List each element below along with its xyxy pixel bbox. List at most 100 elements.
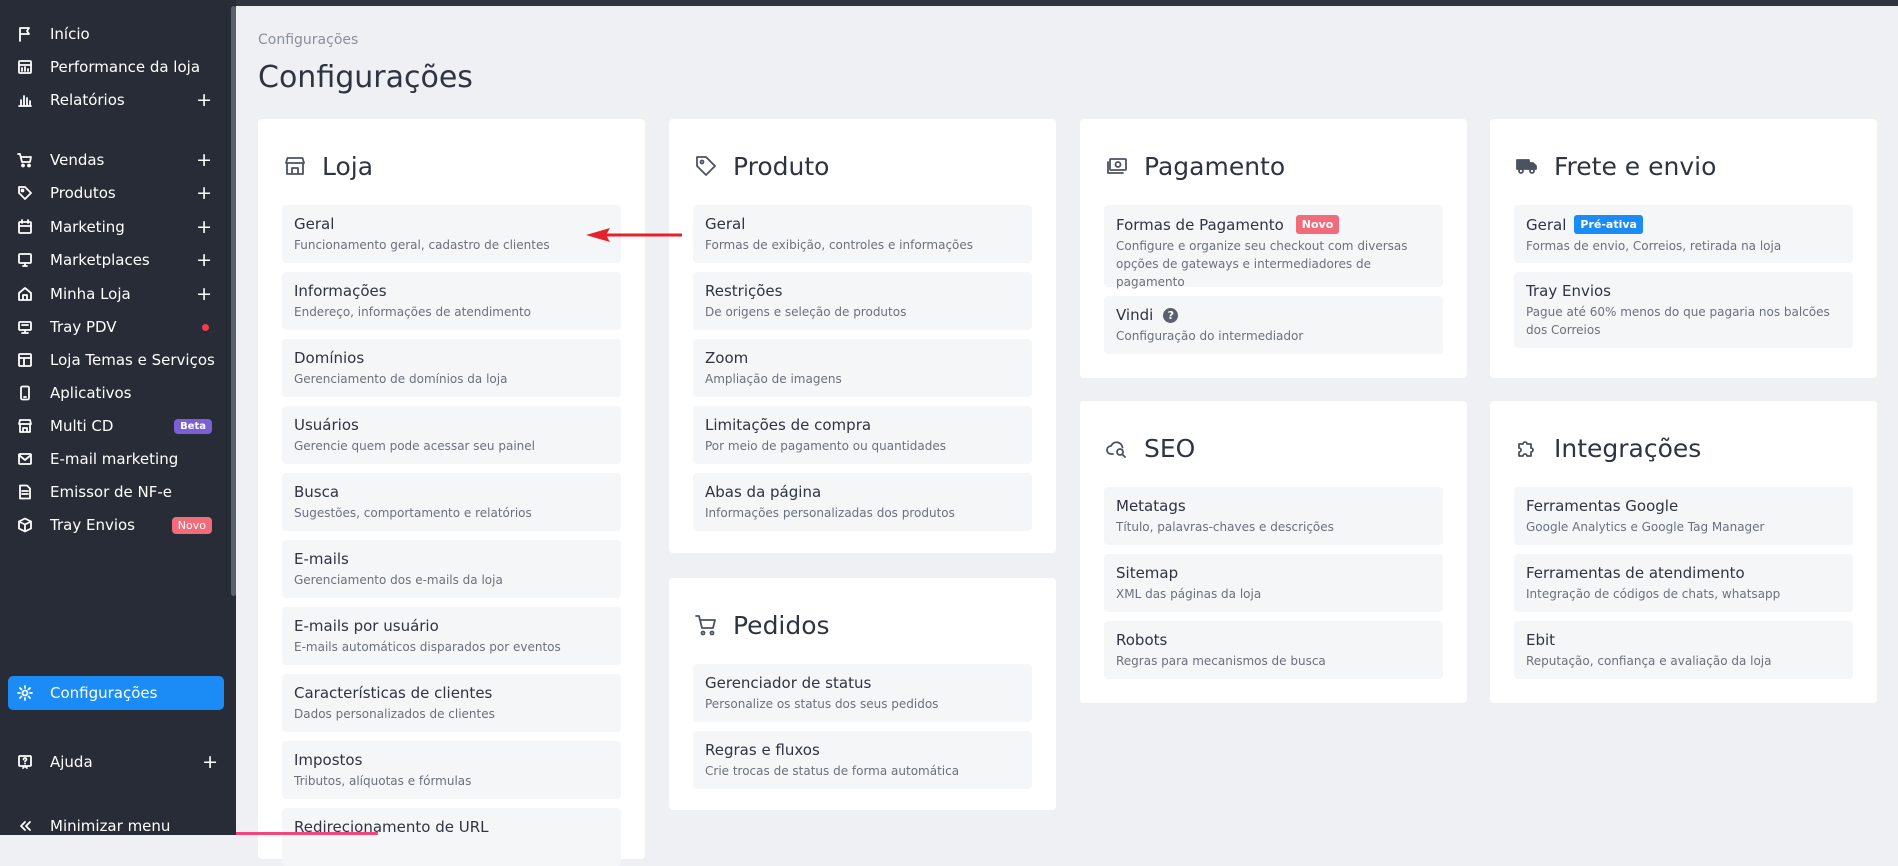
sidebar-item-label: Produtos [50,184,116,202]
integracoes-google[interactable]: Ferramentas Google Google Analytics e Goo… [1514,487,1853,545]
integracoes-atendimento[interactable]: Ferramentas de atendimento Integração de … [1514,554,1853,612]
item-desc: Por meio de pagamento ou quantidades [705,439,946,453]
card-title: Integrações [1554,433,1702,463]
sidebar-item-email-marketing[interactable]: E-mail marketing [8,442,224,476]
item-desc: Crie trocas de status de forma automátic… [705,764,960,778]
item-desc: Formas de envio, Correios, retirada na l… [1526,239,1782,253]
store-icon [16,417,34,435]
sidebar-item-minimizar[interactable]: Minimizar menu [8,809,224,835]
pedidos-status[interactable]: Gerenciador de status Personalize os stat… [693,664,1032,722]
chart-window-icon [16,58,34,76]
pagamento-vindi[interactable]: Vindi? Configuração do intermediador [1104,296,1443,354]
frete-tray-envios[interactable]: Tray Envios Pague até 60% menos do que p… [1514,272,1853,348]
sidebar-item-configuracoes[interactable]: Configurações [8,676,224,710]
produto-geral[interactable]: Geral Formas de exibição, controles e inf… [693,205,1032,263]
sidebar-item-tray-envios[interactable]: Tray Envios Novo [8,508,224,542]
sidebar-item-inicio[interactable]: Início [8,17,224,51]
expand-icon[interactable]: + [196,90,212,110]
document-icon [16,483,34,501]
page-title: Configurações [258,60,473,95]
loja-emails[interactable]: E-mails Gerenciamento dos e-mails da loja [282,540,621,598]
top-bar [236,0,1898,6]
card-title: Frete e envio [1554,151,1717,181]
item-title: Usuários [294,416,359,434]
item-title: E-mails por usuário [294,617,439,635]
help-icon[interactable]: ? [1163,307,1179,323]
gear-icon [16,684,34,702]
expand-icon[interactable]: + [196,284,212,304]
item-title: Informações [294,282,387,300]
sidebar-item-marketplaces[interactable]: Marketplaces + [8,243,224,277]
loja-caracteristicas[interactable]: Características de clientes Dados persona… [282,674,621,732]
novo-badge: Novo [171,516,212,534]
loja-informacoes[interactable]: Informações Endereço, informações de aten… [282,272,621,330]
box-icon [16,516,34,534]
loja-emails-usuario[interactable]: E-mails por usuário E-mails automáticos d… [282,607,621,665]
sidebar-item-produtos[interactable]: Produtos + [8,176,224,210]
produto-zoom[interactable]: Zoom Ampliação de imagens [693,339,1032,397]
item-title: Ferramentas de atendimento [1526,564,1745,582]
sidebar-item-tray-pdv[interactable]: Tray PDV [8,310,224,344]
produto-abas[interactable]: Abas da página Informações personalizadas… [693,473,1032,531]
sidebar-item-label: Configurações [50,684,158,702]
novo-badge: Novo [1295,215,1340,234]
seo-metatags[interactable]: Metatags Título, palavras-chaves e descri… [1104,487,1443,545]
seo-sitemap[interactable]: Sitemap XML das páginas da loja [1104,554,1443,612]
item-title: Geral [294,215,335,233]
expand-icon[interactable]: + [196,150,212,170]
item-desc: Endereço, informações de atendimento [294,305,532,319]
item-title: Gerenciador de status [705,674,872,692]
item-title: Ebit [1526,631,1556,649]
card-header: Loja [282,119,621,205]
card-title: Pagamento [1144,151,1286,181]
sidebar-scrollbar[interactable] [231,6,236,596]
card-header: SEO [1104,401,1443,487]
item-desc: Reputação, confiança e avaliação da loja [1526,654,1772,668]
puzzle-icon [1514,435,1540,461]
sidebar-item-label: Tray Envios [50,516,135,534]
sidebar-item-vendas[interactable]: Vendas + [8,143,224,177]
sidebar-item-ajuda[interactable]: Ajuda + [8,745,224,779]
pagamento-formas[interactable]: Formas de Pagamento Novo Configure e orga… [1104,205,1443,289]
item-desc: Sugestões, comportamento e relatórios [294,506,532,520]
sidebar-item-aplicativos[interactable]: Aplicativos [8,376,224,410]
home-icon [16,285,34,303]
sidebar-item-emissor-nfe[interactable]: Emissor de NF-e [8,475,224,509]
pedidos-regras[interactable]: Regras e fluxos Crie trocas de status de … [693,731,1032,789]
loja-dominios[interactable]: Domínios Gerenciamento de domínios da loj… [282,339,621,397]
loja-geral[interactable]: Geral Funcionamento geral, cadastro de cl… [282,205,621,263]
sidebar-item-multi-cd[interactable]: Multi CD Beta [8,409,224,443]
loja-impostos[interactable]: Impostos Tributos, alíquotas e fórmulas [282,741,621,799]
pre-ativa-badge: Pré-ativa [1574,215,1643,234]
card-seo: SEO Metatags Título, palavras-chaves e de… [1080,401,1467,703]
item-title: Abas da página [705,483,822,501]
item-title: Tray Envios [1526,282,1611,300]
sidebar-item-minha-loja[interactable]: Minha Loja + [8,277,224,311]
expand-icon[interactable]: + [196,183,212,203]
produto-limitacoes[interactable]: Limitações de compra Por meio de pagament… [693,406,1032,464]
integracoes-ebit[interactable]: Ebit Reputação, confiança e avaliação da … [1514,621,1853,679]
seo-robots[interactable]: Robots Regras para mecanismos de busca [1104,621,1443,679]
expand-icon[interactable]: + [202,752,218,772]
expand-icon[interactable]: + [196,250,212,270]
sidebar-item-relatorios[interactable]: Relatórios + [8,83,224,117]
item-desc: Pague até 60% menos do que pagaria nos b… [1526,305,1830,337]
produto-restricoes[interactable]: Restrições De origens e seleção de produt… [693,272,1032,330]
sidebar-item-loja-temas[interactable]: Loja Temas e Serviços [8,343,224,377]
sidebar-item-performance[interactable]: Performance da loja [8,50,224,84]
item-title: Geral [705,215,746,233]
sidebar-item-label: Vendas [50,151,105,169]
frete-geral[interactable]: Geral Pré-ativa Formas de envio, Correios… [1514,205,1853,263]
expand-icon[interactable]: + [196,217,212,237]
item-title: Geral [1526,215,1567,234]
sidebar-item-label: Multi CD [50,417,114,435]
item-title: E-mails [294,550,349,568]
loja-busca[interactable]: Busca Sugestões, comportamento e relatóri… [282,473,621,531]
sidebar-item-marketing[interactable]: Marketing + [8,210,224,244]
card-header: Frete e envio [1514,119,1853,205]
item-desc: Dados personalizados de clientes [294,707,495,721]
breadcrumb[interactable]: Configurações [258,32,358,48]
loja-redirecionamento[interactable]: Redirecionamento de URL [282,808,621,866]
item-title: Restrições [705,282,783,300]
loja-usuarios[interactable]: Usuários Gerencie quem pode acessar seu p… [282,406,621,464]
